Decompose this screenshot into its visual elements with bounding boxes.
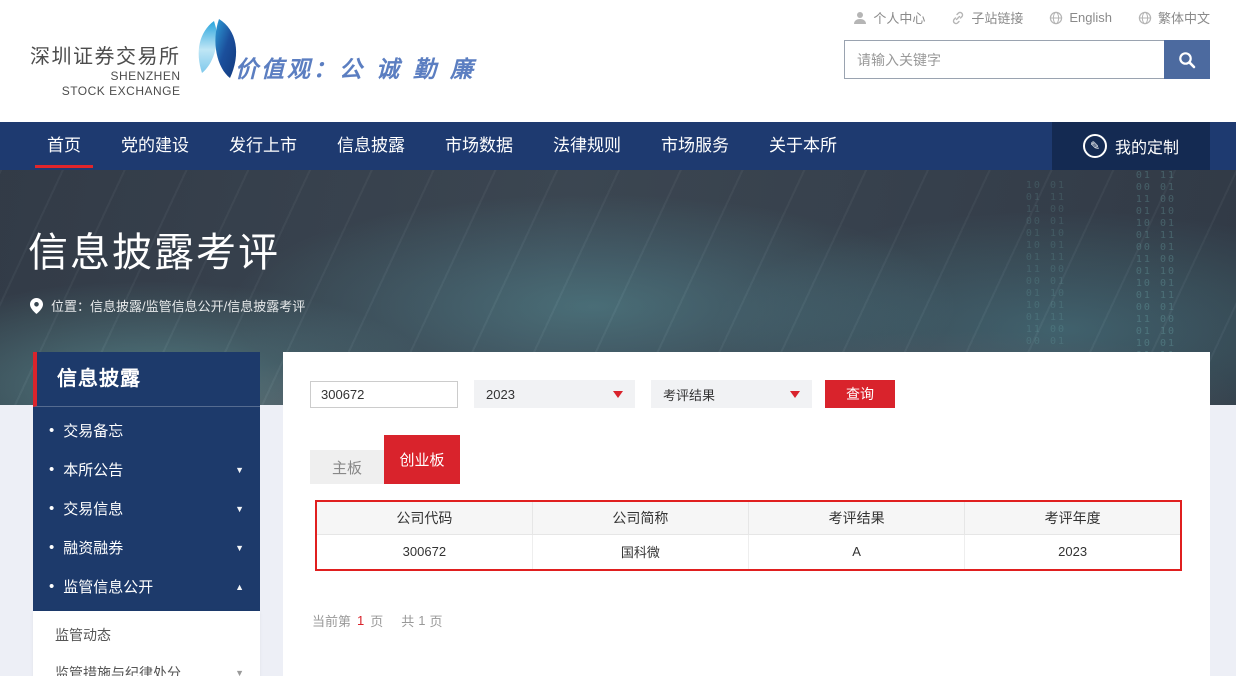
my-customization-button[interactable]: ✎ 我的定制 xyxy=(1052,122,1210,170)
sidebar: 信息披露 • 交易备忘 • 本所公告 ▼ • 交易信息 ▼ • 融资融券 ▼ •… xyxy=(33,352,260,676)
nav-item-disclosure[interactable]: 信息披露 xyxy=(325,122,417,170)
globe-icon xyxy=(1049,11,1063,25)
header-eval-result: 考评结果 xyxy=(749,501,965,534)
logo-cn: 深圳证券交易所 xyxy=(30,40,181,69)
sidebar-item-regulatory-info[interactable]: • 监管信息公开 ▲ xyxy=(33,567,260,606)
cell-company-code: 300672 xyxy=(316,534,532,570)
site-search xyxy=(844,40,1210,79)
caret-down-icon xyxy=(790,391,800,398)
chevron-down-icon: ▼ xyxy=(235,543,244,553)
board-tabs: 主板 创业板 xyxy=(310,435,1210,484)
subsite-links-label: 子站链接 xyxy=(971,8,1023,27)
pagination-prefix: 当前第 xyxy=(312,611,351,630)
chevron-down-icon: ▼ xyxy=(235,668,244,676)
bullet-icon: • xyxy=(49,539,54,556)
main-nav: 首页 党的建设 发行上市 信息披露 市场数据 法律规则 市场服务 关于本所 ✎ … xyxy=(0,122,1236,170)
header-company-code: 公司代码 xyxy=(316,501,532,534)
header-eval-year: 考评年度 xyxy=(965,501,1181,534)
nav-item-party-building[interactable]: 党的建设 xyxy=(109,122,201,170)
sidebar-item-trading-info[interactable]: • 交易信息 ▼ xyxy=(33,489,260,528)
query-filters: 2023 考评结果 查询 xyxy=(310,380,1210,408)
sidebar-item-margin-trading[interactable]: • 融资融券 ▼ xyxy=(33,528,260,567)
nav-item-listing[interactable]: 发行上市 xyxy=(217,122,309,170)
submenu-item-regulatory-news[interactable]: 监管动态 xyxy=(33,616,260,654)
total-prefix: 共 xyxy=(401,611,414,630)
personal-center-label: 个人中心 xyxy=(873,8,925,27)
results-table: 公司代码 公司简称 考评结果 考评年度 300672 国科微 A 2023 xyxy=(315,500,1182,571)
content-card: 2023 考评结果 查询 主板 创业板 公司代码 公司简称 考评结果 考评年度 … xyxy=(283,352,1210,676)
logo-en-1: SHENZHEN xyxy=(110,69,180,84)
sidebar-item-trading-memo[interactable]: • 交易备忘 xyxy=(33,411,260,450)
pencil-circle-icon: ✎ xyxy=(1083,134,1107,158)
nav-item-services[interactable]: 市场服务 xyxy=(649,122,741,170)
result-select-value: 考评结果 xyxy=(663,385,715,404)
company-code-input[interactable] xyxy=(310,381,458,408)
query-button[interactable]: 查询 xyxy=(825,380,895,408)
chevron-up-icon: ▲ xyxy=(235,582,244,592)
chevron-down-icon: ▼ xyxy=(235,465,244,475)
page-unit: 页 xyxy=(370,611,383,630)
values-slogan: 价值观：公 诚 勤 廉 xyxy=(235,50,476,84)
user-icon xyxy=(853,11,867,25)
submenu-item-regulatory-measures[interactable]: 监管措施与纪律处分 ▼ xyxy=(33,654,260,676)
my-customization-label: 我的定制 xyxy=(1115,134,1179,158)
result-select[interactable]: 考评结果 xyxy=(651,380,812,408)
site-search-button[interactable] xyxy=(1164,40,1210,79)
sidebar-menu: • 交易备忘 • 本所公告 ▼ • 交易信息 ▼ • 融资融券 ▼ • 监管信息… xyxy=(33,407,260,611)
sidebar-title: 信息披露 xyxy=(33,352,260,407)
breadcrumb-text: 位置：信息披露/监管信息公开/信息披露考评 xyxy=(51,296,305,315)
table-header-row: 公司代码 公司简称 考评结果 考评年度 xyxy=(316,501,1181,534)
site-search-input[interactable] xyxy=(844,40,1164,79)
utility-links: 个人中心 子站链接 English 繁体中文 xyxy=(853,8,1210,27)
total-unit: 页 xyxy=(430,611,443,630)
page-title: 信息披露考评 xyxy=(28,220,280,278)
year-select-value: 2023 xyxy=(486,387,515,402)
bullet-icon: • xyxy=(49,500,54,517)
cell-eval-year: 2023 xyxy=(965,534,1181,570)
nav-item-rules[interactable]: 法律规则 xyxy=(541,122,633,170)
site-header: 深圳证券交易所 SHENZHEN STOCK EXCHANGE 价值观：公 诚 … xyxy=(0,0,1236,122)
binary-texture: 10 01 01 11 11 00 00 01 01 10 10 01 01 1… xyxy=(1026,180,1066,348)
personal-center-link[interactable]: 个人中心 xyxy=(853,8,925,27)
traditional-chinese-label: 繁体中文 xyxy=(1158,8,1210,27)
bullet-icon: • xyxy=(49,578,54,595)
caret-down-icon xyxy=(613,391,623,398)
current-page-number: 1 xyxy=(357,613,364,628)
tab-chinext[interactable]: 创业板 xyxy=(384,435,460,484)
breadcrumb: 位置：信息披露/监管信息公开/信息披露考评 xyxy=(30,296,305,315)
globe-icon xyxy=(1138,11,1152,25)
nav-item-market-data[interactable]: 市场数据 xyxy=(433,122,525,170)
link-icon xyxy=(951,11,965,25)
tab-main-board[interactable]: 主板 xyxy=(310,450,384,484)
year-select[interactable]: 2023 xyxy=(474,380,635,408)
search-icon xyxy=(1177,50,1197,70)
bullet-icon: • xyxy=(49,422,54,439)
english-link[interactable]: English xyxy=(1049,10,1112,25)
chevron-down-icon: ▼ xyxy=(235,504,244,514)
nav-item-about[interactable]: 关于本所 xyxy=(757,122,849,170)
bullet-icon: • xyxy=(49,461,54,478)
cell-company-name: 国科微 xyxy=(532,534,748,570)
logo[interactable]: 深圳证券交易所 SHENZHEN STOCK EXCHANGE xyxy=(30,18,245,99)
header-company-name: 公司简称 xyxy=(532,501,748,534)
nav-item-home[interactable]: 首页 xyxy=(35,122,93,170)
pagination: 当前第 1 页 共 1 页 xyxy=(312,611,1210,630)
total-page-number: 1 xyxy=(418,613,425,628)
logo-text: 深圳证券交易所 SHENZHEN STOCK EXCHANGE xyxy=(30,40,181,99)
logo-en-2: STOCK EXCHANGE xyxy=(62,84,181,99)
sidebar-submenu: 监管动态 监管措施与纪律处分 ▼ xyxy=(33,611,260,676)
cell-eval-result: A xyxy=(749,534,965,570)
location-pin-icon xyxy=(30,298,43,314)
traditional-chinese-link[interactable]: 繁体中文 xyxy=(1138,8,1210,27)
sidebar-item-exchange-notices[interactable]: • 本所公告 ▼ xyxy=(33,450,260,489)
table-row: 300672 国科微 A 2023 xyxy=(316,534,1181,570)
subsite-links-link[interactable]: 子站链接 xyxy=(951,8,1023,27)
english-label: English xyxy=(1069,10,1112,25)
